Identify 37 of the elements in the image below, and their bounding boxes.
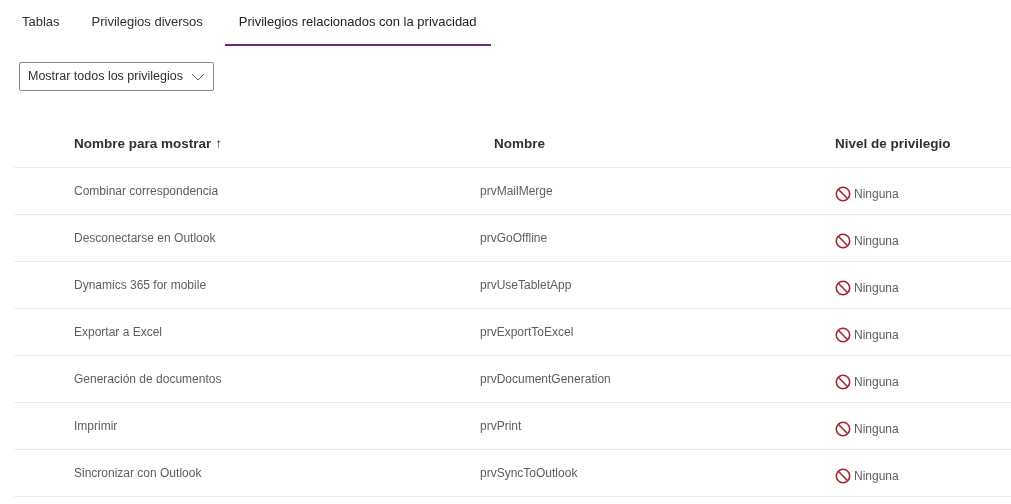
blocked-icon bbox=[835, 327, 851, 343]
privilege-level-text: Ninguna bbox=[854, 374, 899, 391]
display-name-cell: Exportar a Excel bbox=[74, 325, 163, 339]
privilege-level-text: Ninguna bbox=[854, 186, 899, 203]
display-name-cell: Generación de documentos bbox=[74, 372, 222, 386]
name-cell: prvGoOffline bbox=[480, 231, 548, 245]
name-cell: prvDocumentGeneration bbox=[480, 372, 611, 386]
name-cell: prvSyncToOutlook bbox=[480, 466, 578, 480]
sort-arrow-icon: ↑ bbox=[215, 135, 223, 151]
display-name-cell: Dynamics 365 for mobile bbox=[74, 278, 207, 292]
filter-dropdown[interactable]: Mostrar todos los privilegios bbox=[19, 62, 214, 91]
blocked-icon bbox=[835, 233, 851, 249]
tab[interactable]: Privilegios diversos bbox=[77, 0, 217, 46]
display-name-cell: Desconectarse en Outlook bbox=[74, 231, 216, 245]
blocked-icon bbox=[835, 468, 851, 484]
privilege-level-text: Ninguna bbox=[854, 421, 899, 438]
blocked-icon bbox=[835, 421, 851, 437]
name-cell: prvPrint bbox=[480, 419, 522, 433]
chevron-down-icon bbox=[191, 72, 205, 81]
display-name-cell: Sincronizar con Outlook bbox=[74, 466, 202, 480]
name-cell: prvUseTabletApp bbox=[480, 278, 572, 292]
column-header[interactable]: Nombre para mostrar bbox=[74, 135, 212, 151]
blocked-icon bbox=[835, 280, 851, 296]
tab[interactable]: Privilegios relacionados con la privacidad bbox=[224, 0, 491, 46]
name-cell: prvExportToExcel bbox=[480, 325, 574, 339]
column-header[interactable]: Nivel de privilegio bbox=[835, 133, 951, 155]
name-cell: prvMailMerge bbox=[480, 184, 553, 198]
privilege-level-text: Ninguna bbox=[854, 280, 899, 297]
blocked-icon bbox=[835, 186, 851, 202]
privilege-level-text: Ninguna bbox=[854, 468, 899, 485]
tab[interactable]: Tablas bbox=[8, 0, 74, 46]
display-name-cell: Combinar correspondencia bbox=[74, 184, 219, 198]
blocked-icon bbox=[835, 374, 851, 390]
privilege-level-text: Ninguna bbox=[854, 233, 899, 250]
column-header[interactable]: Nombre bbox=[494, 135, 545, 151]
display-name-cell: Imprimir bbox=[74, 419, 118, 433]
privilege-level-text: Ninguna bbox=[854, 327, 899, 344]
